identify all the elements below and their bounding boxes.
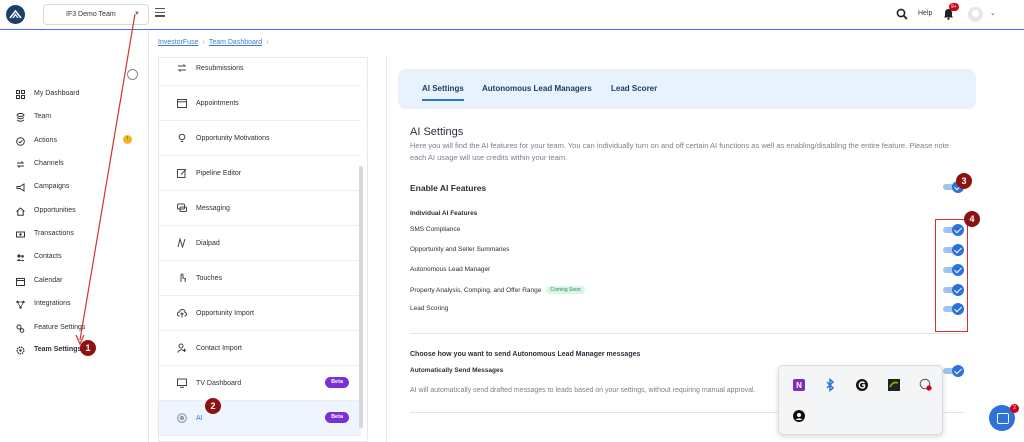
chat-unread-badge: 2 — [1010, 404, 1019, 413]
bluetooth-icon[interactable] — [823, 378, 837, 392]
app-tray-icon[interactable] — [792, 409, 806, 423]
nvidia-icon[interactable] — [887, 378, 901, 392]
grammarly-icon[interactable] — [855, 378, 869, 392]
onenote-icon[interactable]: N — [792, 378, 806, 392]
annotation-highlight-box — [935, 219, 968, 332]
annotation-callout-4: 4 — [964, 211, 980, 227]
system-tray-popup: N — [778, 365, 943, 435]
svg-text:N: N — [796, 381, 802, 390]
annotation-callout-1: 1 — [80, 340, 96, 356]
annotation-callout-2: 2 — [205, 398, 221, 414]
network-globe-icon[interactable] — [919, 378, 933, 392]
annotation-callout-3: 3 — [956, 173, 972, 189]
